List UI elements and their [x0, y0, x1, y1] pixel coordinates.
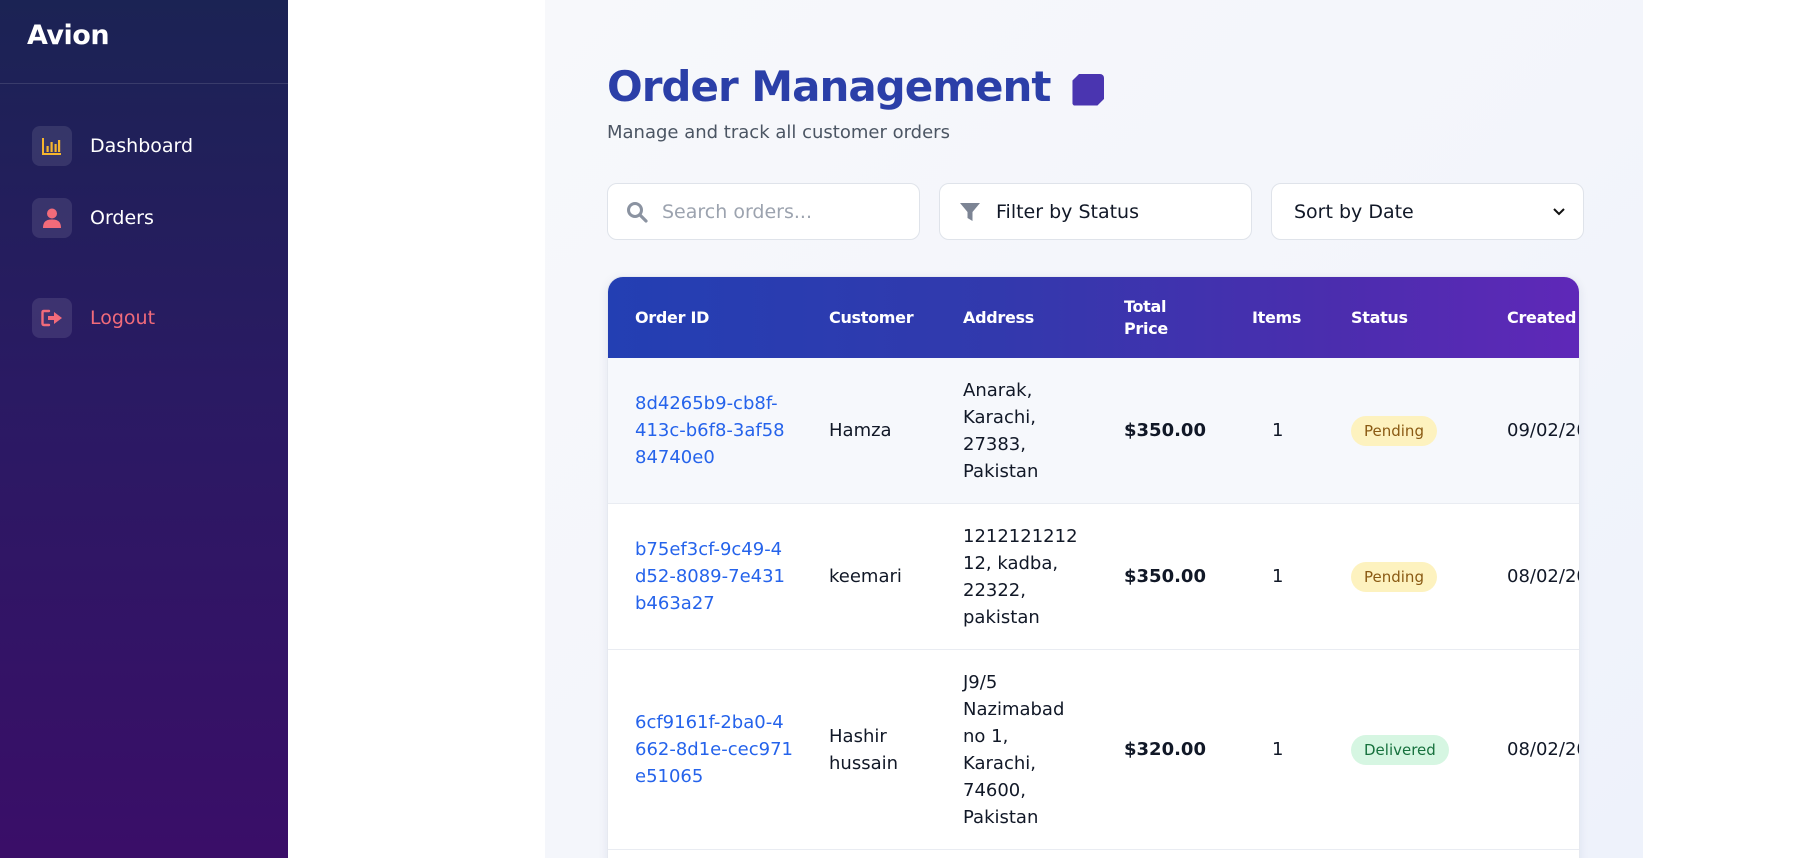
search-input[interactable]: [662, 200, 902, 223]
order-id-cell: 6cf9161f-2ba0-4662-8d1e-cec971e51065: [635, 650, 795, 849]
status-cell: Pending: [1351, 504, 1437, 649]
table-row[interactable]: b75ef3cf-9c49-4d52-8089-7e431b463a27 kee…: [608, 504, 1579, 650]
status-cell: Pending: [1351, 358, 1437, 503]
items-cell: 1: [1272, 420, 1284, 441]
box-icon: [1072, 73, 1105, 106]
column-header-order-id[interactable]: Order ID: [635, 277, 709, 358]
main-panel: Order Management Manage and track all cu…: [545, 0, 1643, 858]
total-price-cell: $350.00: [1124, 420, 1206, 441]
brand-logo: Avion: [0, 0, 288, 84]
column-header-total-line1: Total: [1124, 296, 1167, 316]
filter-by-status-button[interactable]: Filter by Status: [939, 183, 1252, 240]
orders-table: Order ID Customer Address Total Price It…: [607, 276, 1580, 858]
chevron-down-icon: [1553, 204, 1565, 220]
order-id-link[interactable]: 8d4265b9-cb8f-413c-b6f8-3af5884740e0: [635, 390, 785, 471]
sidebar: Avion Dashboard Orders Logout: [0, 0, 288, 858]
search-box[interactable]: [607, 183, 920, 240]
created-at-cell: 08/02/20: [1507, 566, 1580, 587]
items-cell: 1: [1272, 739, 1284, 760]
sidebar-item-orders[interactable]: Orders: [32, 198, 154, 238]
sidebar-item-label: Dashboard: [90, 135, 194, 157]
order-id-link[interactable]: b75ef3cf-9c49-4d52-8089-7e431b463a27: [635, 536, 785, 617]
title-row: Order Management: [607, 62, 1105, 111]
column-header-customer[interactable]: Customer: [829, 277, 914, 358]
created-at-cell: 09/02/20: [1507, 420, 1580, 441]
search-icon: [626, 200, 648, 224]
column-header-address[interactable]: Address: [963, 277, 1034, 358]
items-cell: 1: [1272, 566, 1284, 587]
address-cell: J9/5 Nazimabad no 1, Karachi, 74600, Pak…: [963, 671, 1065, 828]
order-id-cell: b75ef3cf-9c49-4d52-8089-7e431b463a27: [635, 504, 785, 649]
column-header-items[interactable]: Items: [1252, 277, 1301, 358]
page-title: Order Management: [607, 62, 1051, 111]
address-cell: Anarak, Karachi, 27383, Pakistan: [963, 379, 1039, 482]
sort-select[interactable]: Sort by Date: [1271, 183, 1584, 240]
sort-selected-value: Sort by Date: [1294, 200, 1414, 223]
address-cell: 121212121212, kadba, 22322, pakistan: [963, 525, 1078, 628]
page-subtitle: Manage and track all customer orders: [607, 122, 950, 143]
status-badge: Delivered: [1351, 734, 1449, 765]
sidebar-item-label: Logout: [90, 307, 156, 329]
customer-cell: keemari: [829, 566, 902, 587]
logout-button[interactable]: Logout: [32, 298, 155, 338]
sidebar-item-label: Orders: [90, 207, 154, 229]
status-cell: Delivered: [1351, 650, 1449, 849]
customer-cell: Hamza: [829, 420, 892, 441]
order-id-cell: 8d4265b9-cb8f-413c-b6f8-3af5884740e0: [635, 358, 785, 503]
column-header-total-line2: Price: [1124, 318, 1168, 338]
user-icon: [32, 198, 72, 238]
order-id-link[interactable]: 6cf9161f-2ba0-4662-8d1e-cec971e51065: [635, 709, 795, 790]
filter-label: Filter by Status: [996, 200, 1139, 223]
logout-icon: [32, 298, 72, 338]
column-header-status[interactable]: Status: [1351, 277, 1408, 358]
column-header-created-at[interactable]: Created A: [1507, 277, 1579, 358]
total-price-cell: $350.00: [1124, 566, 1206, 587]
total-price-cell: $320.00: [1124, 739, 1206, 760]
table-row[interactable]: 8d4265b9-cb8f-413c-b6f8-3af5884740e0 Ham…: [608, 358, 1579, 504]
column-header-total-price[interactable]: Total Price: [1124, 277, 1168, 358]
table-header: Order ID Customer Address Total Price It…: [608, 277, 1579, 358]
status-badge: Pending: [1351, 415, 1437, 446]
customer-cell: Hashir hussain: [829, 725, 899, 774]
created-at-cell: 08/02/20: [1507, 739, 1580, 760]
sidebar-item-dashboard[interactable]: Dashboard: [32, 126, 193, 166]
filter-icon: [958, 200, 982, 224]
table-row[interactable]: 6cf9161f-2ba0-4662-8d1e-cec971e51065 Has…: [608, 650, 1579, 850]
status-badge: Pending: [1351, 561, 1437, 592]
bar-chart-icon: [32, 126, 72, 166]
